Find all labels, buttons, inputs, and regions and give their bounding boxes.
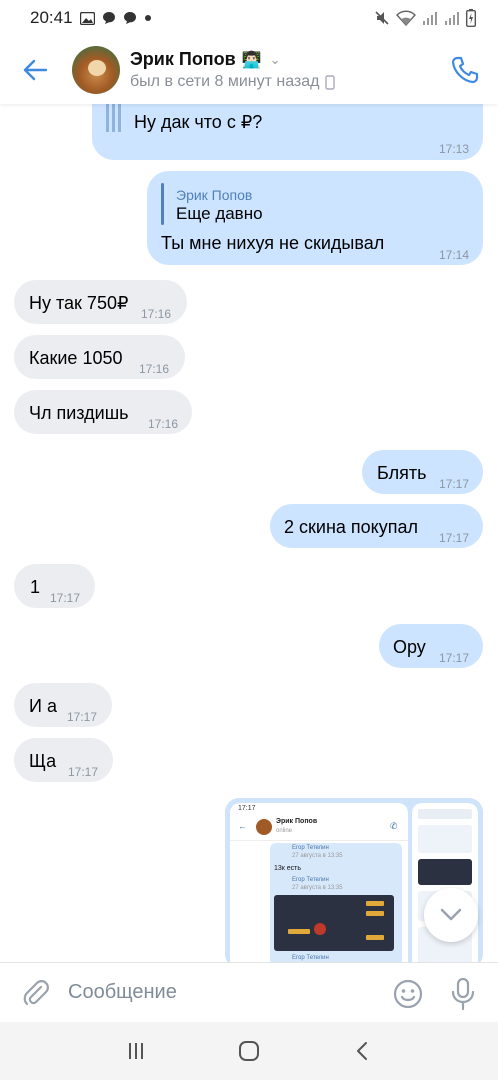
message-text: Блять	[377, 463, 427, 483]
contact-name: Эрик Попов	[130, 49, 236, 69]
mini-back-icon: ←	[238, 821, 247, 831]
name-emoji: 👨🏻‍💻	[241, 51, 262, 69]
mobile-phone-icon	[325, 74, 336, 90]
message-bubble-outgoing[interactable]: Ору 17:17	[379, 624, 483, 668]
message-time: 17:16	[148, 417, 179, 431]
message-bubble-outgoing[interactable]: Эрик Попов Еще давно Ты мне нихуя не ски…	[147, 171, 483, 265]
back-nav-button[interactable]	[347, 1036, 377, 1066]
avatar[interactable]	[72, 46, 120, 94]
chat-header: Эрик Попов 👨🏻‍💻 ⌄ был в сети 8 минут наз…	[0, 36, 498, 104]
message-text: Ору	[393, 637, 426, 657]
image-icon	[79, 11, 95, 25]
chat-bubble-icon	[102, 12, 115, 24]
last-seen-status: был в сети 8 минут назад	[130, 73, 320, 90]
attachment-screenshot-main: 17:17 ← Эрик Попов online ✆ Егор Тетелин…	[230, 803, 408, 962]
reply-quote-bar	[161, 183, 164, 225]
mini-image	[274, 895, 394, 951]
message-list[interactable]: Ну дак что с ₽? 17:13 Эрик Попов Еще дав…	[0, 104, 498, 962]
message-text: 2 скина покупал	[284, 517, 418, 537]
message-bubble-incoming[interactable]: Какие 1050 17:16	[14, 335, 185, 379]
message-text: Чл пиздишь	[29, 403, 129, 423]
home-button[interactable]	[234, 1036, 264, 1066]
message-text: И а	[29, 696, 57, 716]
system-navigation-bar	[0, 1022, 498, 1080]
message-text: 1	[30, 577, 41, 597]
message-text: Ну так 750₽	[29, 293, 129, 313]
home-icon	[238, 1041, 259, 1061]
battery-icon	[466, 9, 476, 27]
recent-apps-button[interactable]	[121, 1036, 151, 1066]
dot-icon	[144, 15, 151, 21]
message-text: Ща	[29, 751, 57, 771]
mini-status: online	[276, 828, 293, 834]
chat-bubble-icon	[123, 12, 136, 24]
message-time: 17:13	[438, 142, 469, 156]
mini-message-text: 13к есть	[274, 865, 302, 872]
emoji-button[interactable]	[392, 978, 424, 1010]
message-time: 17:17	[438, 651, 469, 665]
chat-title-block[interactable]: Эрик Попов 👨🏻‍💻 ⌄ был в сети 8 минут наз…	[130, 49, 336, 91]
message-time: 17:14	[438, 248, 469, 262]
message-bubble-outgoing[interactable]: 2 скина покупал 17:17	[270, 504, 483, 548]
message-text: Ну дак что с ₽?	[134, 112, 263, 132]
chevron-down-icon	[440, 908, 462, 921]
mini-avatar	[256, 819, 272, 835]
attach-button[interactable]	[20, 978, 50, 1008]
message-time: 17:16	[139, 362, 170, 376]
message-bubble-incoming[interactable]: И а 17:17	[14, 683, 112, 727]
message-bubble-incoming[interactable]: 1 17:17	[14, 564, 95, 608]
mini-phone-icon: ✆	[390, 821, 398, 831]
back-button[interactable]	[20, 55, 50, 85]
message-bubble-outgoing[interactable]: Ну дак что с ₽? 17:13	[92, 104, 483, 160]
message-composer	[0, 962, 498, 1022]
message-time: 17:17	[68, 765, 99, 779]
wifi-icon	[396, 10, 416, 26]
message-bubble-incoming[interactable]: Чл пиздишь 17:16	[14, 390, 192, 434]
mini-bubble: Егор Тетелин 27 августа в 13:35 13к есть…	[270, 843, 402, 962]
mini-header: ← Эрик Попов online ✆	[230, 815, 408, 841]
voice-message-button[interactable]	[450, 977, 476, 1011]
reply-quote-bars	[106, 104, 122, 132]
message-time: 17:17	[67, 710, 98, 724]
message-time: 17:17	[438, 477, 469, 491]
signal-icon	[445, 12, 459, 25]
message-input[interactable]	[68, 981, 368, 1004]
status-bar: 20:41	[0, 0, 498, 36]
scroll-to-bottom-button[interactable]	[424, 888, 478, 942]
mini-sender: Егор Тетелин	[292, 955, 329, 961]
signal-icon	[423, 12, 437, 25]
message-text: Ты мне нихуя не скидывал	[161, 233, 385, 253]
message-time: 17:16	[141, 307, 172, 321]
message-bubble-outgoing[interactable]: Блять 17:17	[362, 450, 483, 494]
chevron-left-icon	[356, 1042, 367, 1060]
mini-sender: Егор Тетелин	[292, 845, 329, 851]
paperclip-icon	[23, 979, 49, 1005]
message-bubble-incoming[interactable]: Ну так 750₽ 17:16	[14, 280, 187, 324]
message-bubble-incoming[interactable]: Ща 17:17	[14, 738, 113, 782]
clock: 20:41	[30, 8, 73, 27]
mini-contact-name: Эрик Попов	[276, 818, 318, 825]
smiley-icon	[393, 979, 423, 1009]
microphone-icon	[451, 977, 475, 1011]
mini-status-time: 17:17	[238, 805, 256, 812]
phone-icon	[451, 56, 479, 84]
call-button[interactable]	[450, 55, 480, 85]
reply-text: Еще давно	[176, 204, 263, 223]
recent-apps-icon	[129, 1043, 144, 1059]
mini-date: 27 августа в 13:35	[292, 853, 343, 859]
arrow-left-icon	[23, 59, 47, 81]
message-text: Какие 1050	[29, 348, 123, 368]
message-time: 17:17	[50, 591, 81, 605]
mini-sender: Егор Тетелин	[292, 877, 329, 883]
chevron-down-icon: ⌄	[269, 51, 281, 67]
mute-icon	[375, 11, 389, 25]
message-time: 17:17	[438, 531, 469, 545]
mini-date: 27 августа в 13:35	[292, 885, 343, 891]
